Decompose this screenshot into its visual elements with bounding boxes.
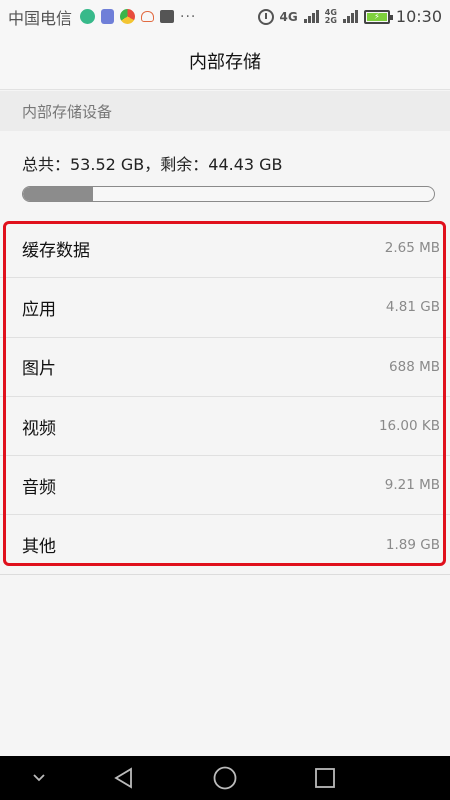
app-notification-icon (80, 9, 96, 24)
browser-icon (120, 9, 136, 24)
network-type: 4G (279, 9, 298, 24)
clock: 10:30 (395, 7, 442, 26)
navigation-bar (0, 756, 450, 800)
status-left: 中国电信 ··· (8, 5, 196, 29)
battery-icon: ⚡ (363, 9, 393, 24)
storage-progress-bar (22, 186, 435, 202)
storage-category-size: 1.89 GB (385, 536, 440, 553)
cloud-icon (141, 11, 155, 22)
storage-summary-text: 总共：53.52 GB，剩余：44.43 GB (22, 155, 283, 174)
usb-icon (101, 9, 115, 24)
storage-category-row[interactable]: 音频 9.21 MB (0, 456, 450, 516)
section-title: 内部存储设备 (22, 102, 113, 121)
storage-category-size: 2.65 MB (384, 240, 440, 257)
chevron-down-icon[interactable] (22, 756, 56, 800)
storage-category-row[interactable]: 视频 16.00 KB (0, 397, 450, 457)
gallery-icon (160, 10, 175, 23)
status-bar: 中国电信 ··· 4G 4G 2G ⚡ 10:30 (0, 0, 450, 33)
storage-category-row[interactable]: 图片 688 MB (0, 338, 450, 397)
network-type-secondary: 4G 2G (324, 7, 337, 25)
storage-category-label: 音频 (22, 477, 56, 498)
section-header: 内部存储设备 (0, 91, 450, 131)
storage-used-fill (23, 187, 93, 201)
status-right: 4G 4G 2G ⚡ 10:30 (257, 7, 442, 26)
storage-category-label: 其他 (22, 537, 56, 558)
carrier-label: 中国电信 (8, 8, 73, 28)
storage-summary: 总共：53.52 GB，剩余：44.43 GB (0, 131, 450, 218)
storage-category-list: 缓存数据 2.65 MB 应用 4.81 GB 图片 688 MB 视频 16.00 KB 音频… (0, 219, 450, 575)
storage-category-size: 688 MB (389, 358, 440, 375)
storage-category-label: 缓存数据 (22, 240, 90, 261)
storage-category-size: 9.21 MB (384, 477, 440, 494)
recent-apps-icon[interactable] (306, 756, 344, 800)
alarm-icon (257, 8, 274, 25)
storage-category-row[interactable]: 其他 1.89 GB (0, 515, 450, 575)
storage-category-row[interactable]: 缓存数据 2.65 MB (0, 219, 450, 279)
signal-icon (303, 10, 319, 23)
storage-category-size: 16.00 KB (378, 418, 440, 435)
back-icon[interactable] (106, 756, 142, 800)
storage-category-row[interactable]: 应用 4.81 GB (0, 278, 450, 338)
app-header: 内部存储 (0, 33, 450, 90)
home-icon[interactable] (206, 756, 244, 800)
storage-category-label: 应用 (22, 299, 56, 320)
signal-secondary-icon (342, 10, 358, 23)
storage-category-label: 视频 (22, 418, 56, 439)
more-notifications-icon: ··· (180, 8, 197, 25)
storage-category-label: 图片 (22, 359, 56, 380)
storage-category-size: 4.81 GB (385, 299, 440, 316)
page-title: 内部存储 (189, 52, 261, 73)
